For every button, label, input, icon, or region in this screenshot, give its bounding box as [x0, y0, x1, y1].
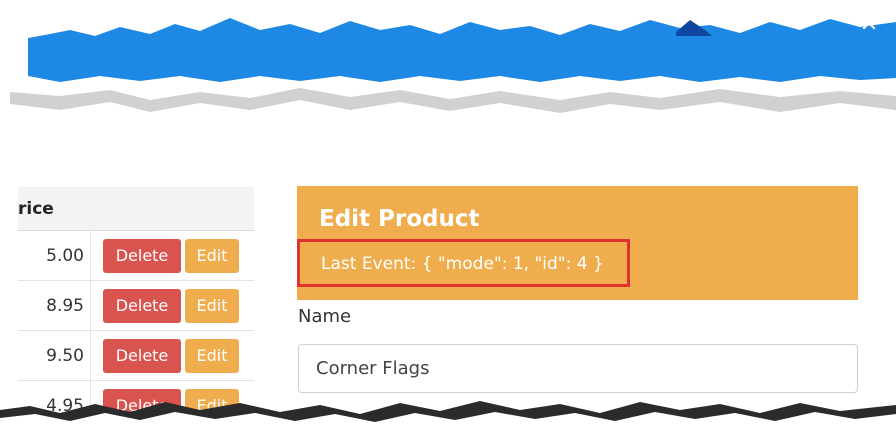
- delete-button[interactable]: Delete: [103, 288, 181, 323]
- row-price: 5.00: [18, 230, 91, 281]
- name-field-label: Name: [298, 306, 352, 327]
- row-actions: Delete Edit: [90, 330, 254, 381]
- table-row: 9.50 Delete Edit: [18, 330, 254, 381]
- edit-button[interactable]: Edit: [185, 288, 239, 323]
- table-row: 5.00 Delete Edit: [18, 230, 254, 281]
- title-bar-torn-shadow: [10, 88, 896, 113]
- delete-button[interactable]: Delete: [103, 338, 181, 373]
- row-actions: Delete Edit: [90, 280, 254, 331]
- page-title: Edit Product: [319, 206, 480, 232]
- title-bar-blue: [28, 18, 896, 82]
- last-event-highlight: Last Event: { "mode": 1, "id": 4 }: [297, 239, 630, 287]
- products-table: rice 5.00 Delete Edit 8.95 Delete Edit 9.5…: [18, 187, 254, 417]
- delete-button[interactable]: Delete: [103, 238, 181, 273]
- window-close-icon[interactable]: ✕: [856, 12, 882, 38]
- name-field[interactable]: [298, 344, 858, 393]
- column-header-actions: [90, 187, 254, 231]
- row-price: 9.50: [18, 330, 91, 381]
- table-row: 8.95 Delete Edit: [18, 280, 254, 331]
- edit-button[interactable]: Edit: [185, 338, 239, 373]
- last-event-text: Last Event: { "mode": 1, "id": 4 }: [321, 254, 604, 274]
- edit-button[interactable]: Edit: [185, 238, 239, 273]
- edit-product-header: Edit Product Last Event: { "mode": 1, "i…: [297, 186, 858, 300]
- row-price: 8.95: [18, 280, 91, 331]
- torn-page-edge: [0, 401, 896, 432]
- browser-title-bar: [10, 18, 896, 113]
- table-header-row: rice: [18, 187, 254, 231]
- column-header-price: rice: [18, 187, 91, 231]
- row-actions: Delete Edit: [90, 230, 254, 281]
- products-table-container: rice 5.00 Delete Edit 8.95 Delete Edit 9.5…: [18, 187, 254, 417]
